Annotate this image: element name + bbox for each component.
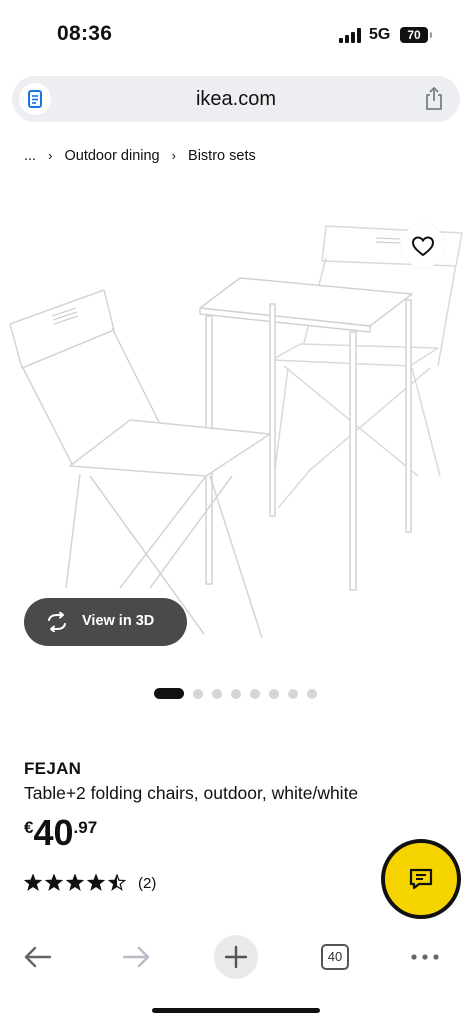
tabs-button[interactable]: 40 — [319, 930, 351, 984]
breadcrumb-item-bistro-sets[interactable]: Bistro sets — [188, 148, 256, 164]
heart-icon — [411, 236, 435, 257]
forward-button[interactable] — [116, 930, 156, 984]
breadcrumb-item-outdoor-dining[interactable]: Outdoor dining — [65, 148, 160, 164]
carousel-dot[interactable] — [212, 689, 222, 699]
share-icon[interactable] — [422, 86, 446, 112]
carousel-dot[interactable] — [307, 689, 317, 699]
battery-level: 70 — [407, 28, 421, 42]
star-icon — [65, 874, 85, 891]
price-currency: € — [24, 818, 34, 837]
favourite-button[interactable] — [401, 224, 445, 268]
breadcrumb: ... › Outdoor dining › Bistro sets — [24, 148, 256, 164]
review-count[interactable]: (2) — [138, 875, 156, 892]
breadcrumb-separator: › — [48, 148, 53, 163]
rotate-3d-icon — [48, 612, 66, 632]
browser-toolbar: 40 — [0, 930, 472, 984]
rating-stars — [24, 874, 126, 891]
product-description: Table+2 folding chairs, outdoor, white/w… — [24, 783, 359, 803]
carousel-dot[interactable] — [288, 689, 298, 699]
product-price: €40.97 — [24, 812, 97, 856]
tabs-count: 40 — [327, 949, 343, 964]
price-integer: 40 — [33, 812, 74, 853]
breadcrumb-ellipsis[interactable]: ... — [24, 148, 36, 164]
star-icon — [44, 874, 64, 891]
star-icon — [86, 874, 106, 891]
view-in-3d-label: View in 3D — [82, 613, 155, 629]
url-text[interactable]: ikea.com — [12, 88, 460, 111]
carousel-dot[interactable] — [269, 689, 279, 699]
battery-tip — [430, 32, 432, 38]
more-button[interactable] — [408, 930, 442, 984]
chat-icon — [409, 868, 433, 890]
carousel-dot[interactable] — [231, 689, 241, 699]
breadcrumb-separator: › — [171, 148, 176, 163]
network-type: 5G — [369, 26, 391, 43]
view-in-3d-button[interactable]: View in 3D — [24, 598, 187, 646]
back-button[interactable] — [18, 930, 58, 984]
url-bar[interactable]: ikea.com — [12, 76, 460, 122]
back-arrow-icon — [24, 946, 52, 968]
new-tab-button[interactable] — [214, 930, 258, 984]
battery-icon: 70 — [400, 27, 428, 43]
status-bar: 08:36 5G 70 — [0, 0, 472, 70]
price-decimal: .97 — [73, 818, 98, 837]
more-icon — [411, 954, 439, 960]
home-indicator — [152, 1008, 320, 1013]
forward-arrow-icon — [122, 946, 150, 968]
chat-button[interactable] — [381, 839, 461, 919]
signal-icon — [339, 28, 363, 43]
product-name: FEJAN — [24, 759, 82, 778]
plus-icon — [224, 945, 248, 969]
carousel-dot[interactable] — [250, 689, 260, 699]
status-time: 08:36 — [57, 22, 113, 45]
carousel-dot[interactable] — [193, 689, 203, 699]
star-icon — [24, 874, 43, 891]
carousel-dot[interactable] — [154, 688, 184, 699]
